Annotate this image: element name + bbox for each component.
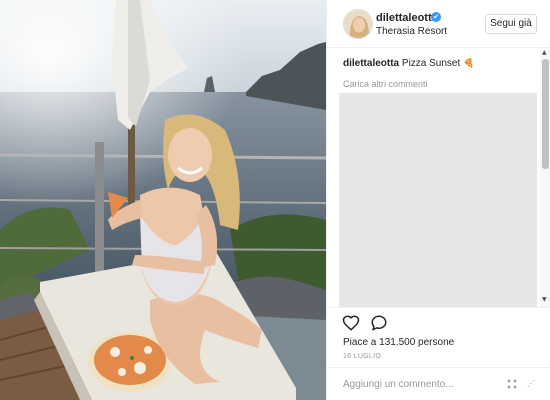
scrollbar-thumb[interactable] bbox=[542, 59, 549, 169]
verified-badge-icon: ✔ bbox=[431, 12, 441, 22]
username[interactable]: dilettaleotta bbox=[376, 12, 438, 24]
post-side-panel: dilettaleotta ✔ Therasia Resort Segui gi… bbox=[326, 0, 550, 400]
following-button[interactable]: Segui già bbox=[485, 14, 537, 34]
comments-section: dilettaleotta Pizza Sunset 🍕 Carica altr… bbox=[327, 49, 550, 307]
photo-illustration bbox=[0, 0, 326, 400]
post-date: 16 LUGLIO bbox=[343, 353, 382, 360]
post-caption: dilettaleotta Pizza Sunset 🍕 bbox=[343, 58, 474, 69]
heart-icon[interactable] bbox=[342, 314, 360, 332]
scroll-up-arrow-icon[interactable]: ▲ bbox=[542, 49, 547, 56]
post-actions: Piace a 131.500 persone 16 LUGLIO bbox=[327, 307, 550, 367]
avatar-image bbox=[344, 10, 372, 38]
avatar[interactable] bbox=[343, 9, 373, 39]
comment-input[interactable] bbox=[343, 376, 503, 392]
caption-username[interactable]: dilettaleotta bbox=[343, 58, 399, 69]
comments-scrollbar[interactable]: ▲ ▼ bbox=[540, 49, 550, 307]
location-link[interactable]: Therasia Resort bbox=[376, 26, 447, 37]
more-options-icon[interactable] bbox=[505, 378, 519, 390]
comments-placeholder bbox=[339, 93, 537, 307]
post-photo[interactable] bbox=[0, 0, 326, 400]
caption-text: Pizza Sunset bbox=[401, 58, 461, 69]
pizza-emoji: 🍕 bbox=[463, 59, 475, 69]
comment-bubble-icon[interactable] bbox=[370, 314, 388, 332]
scroll-down-arrow-icon[interactable]: ▼ bbox=[542, 296, 547, 303]
add-comment-box: ⋰ bbox=[327, 367, 550, 400]
post-header: dilettaleotta ✔ Therasia Resort Segui gi… bbox=[327, 0, 550, 48]
likes-count[interactable]: Piace a 131.500 persone bbox=[343, 337, 454, 348]
load-more-comments-link[interactable]: Carica altri commenti bbox=[343, 79, 428, 89]
expand-icon[interactable]: ⋰ bbox=[527, 379, 535, 388]
